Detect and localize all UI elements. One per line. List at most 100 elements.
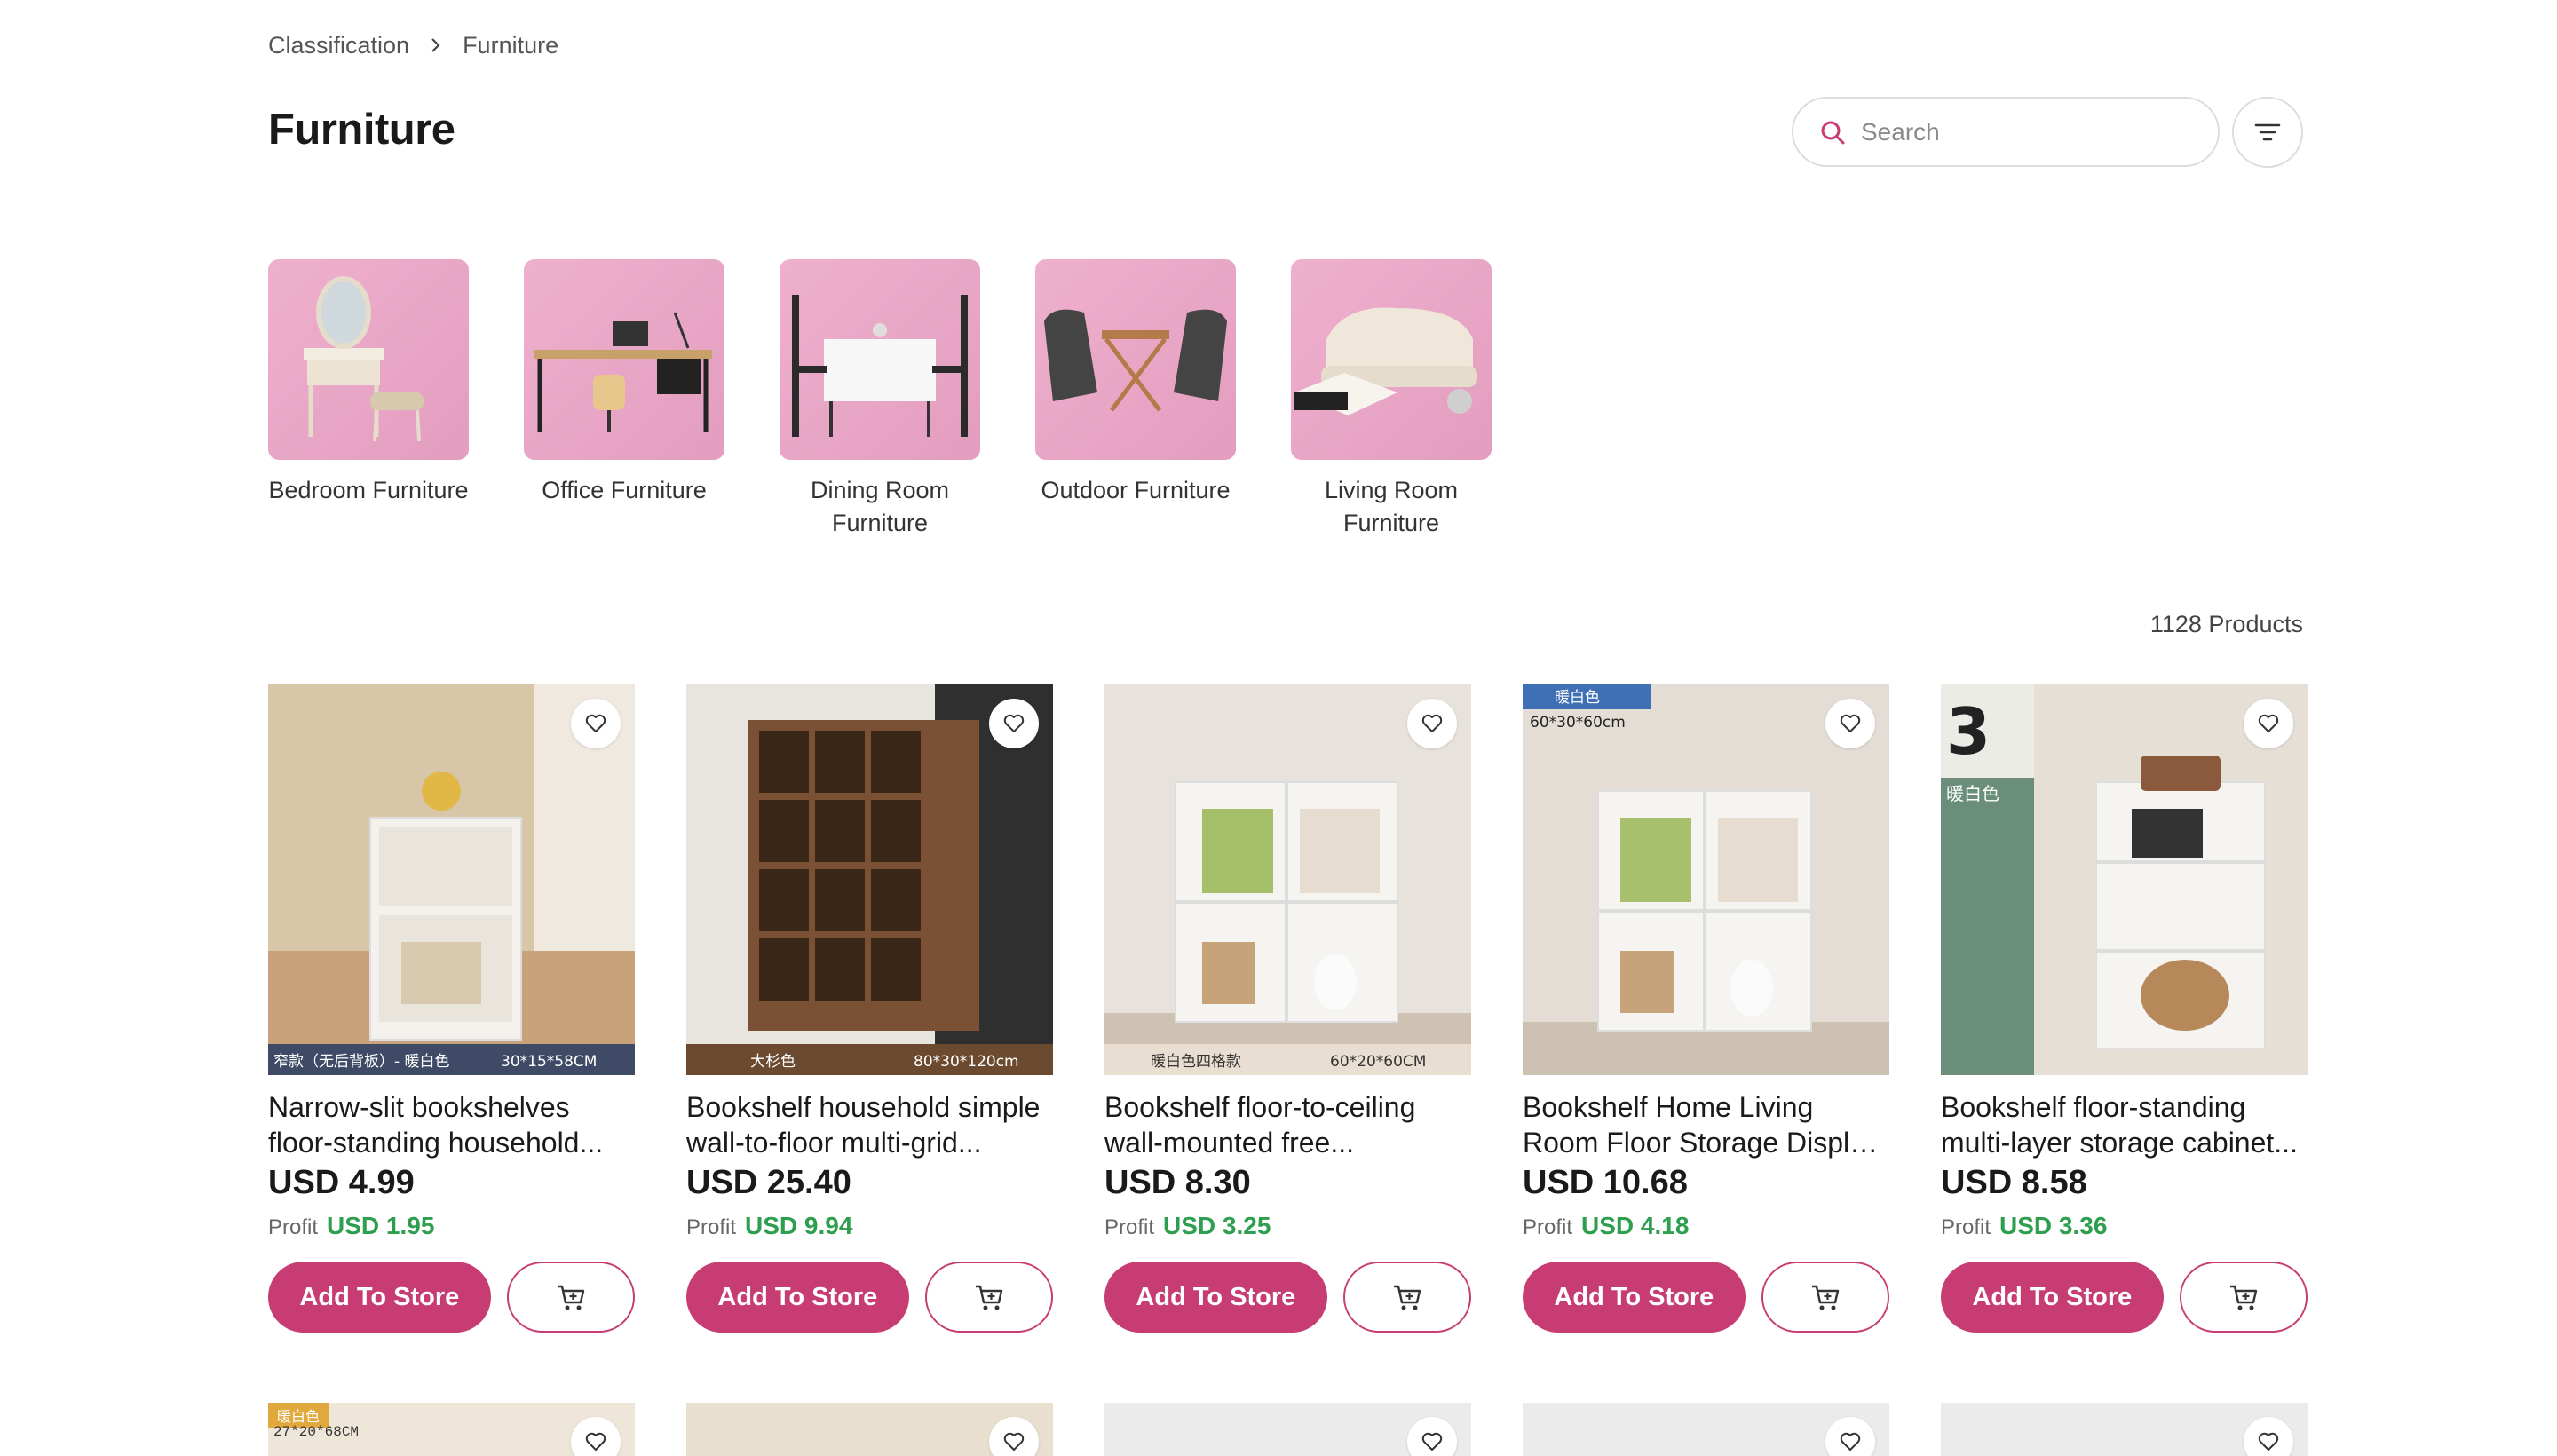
- heart-icon: [585, 1432, 606, 1451]
- favorite-button[interactable]: [1825, 699, 1875, 748]
- product-price: USD 10.68: [1523, 1164, 1688, 1201]
- favorite-button[interactable]: [571, 1417, 621, 1456]
- add-to-cart-button[interactable]: [1342, 1262, 1471, 1333]
- add-to-store-button[interactable]: Add To Store: [686, 1262, 909, 1333]
- category-living-room-furniture[interactable]: Living Room Furniture: [1291, 259, 1492, 540]
- product-card[interactable]: 暖白色 27*20*68CM: [268, 1403, 635, 1456]
- product-image[interactable]: 大杉色 80*30*120cm: [686, 684, 1053, 1075]
- heart-icon: [1421, 714, 1443, 732]
- product-actions: Add To Store: [1523, 1262, 1889, 1333]
- page: Classification Furniture Furniture Searc…: [0, 0, 2557, 1456]
- product-profit: Profit USD 3.25: [1104, 1212, 1471, 1240]
- heart-icon: [585, 714, 606, 732]
- category-label: Living Room Furniture: [1324, 477, 1459, 536]
- profit-label: Profit: [686, 1215, 737, 1239]
- profit-value: USD 3.25: [1163, 1212, 1271, 1239]
- heart-icon: [1840, 714, 1861, 732]
- category-label: Office Furniture: [542, 477, 707, 503]
- favorite-button[interactable]: [2244, 1417, 2293, 1456]
- product-price: USD 8.30: [1104, 1164, 1251, 1201]
- category-label: Outdoor Furniture: [1041, 477, 1231, 503]
- profit-value: USD 9.94: [745, 1212, 853, 1239]
- product-image-tag: 暖白色: [1946, 783, 1999, 804]
- product-actions: Add To Store: [1941, 1262, 2308, 1333]
- product-image-size: 27*20*68CM: [273, 1424, 360, 1440]
- product-image[interactable]: 3 暖白色: [1941, 684, 2308, 1075]
- add-to-store-button[interactable]: Add To Store: [268, 1262, 491, 1333]
- favorite-button[interactable]: [1407, 699, 1457, 748]
- category-bedroom-furniture[interactable]: Bedroom Furniture: [268, 259, 469, 540]
- product-title[interactable]: Bookshelf Home Living Room Floor Storage…: [1523, 1089, 1889, 1160]
- category-dining-room-furniture[interactable]: Dining Room Furniture: [780, 259, 980, 540]
- product-title[interactable]: Bookshelf floor-to-ceiling wall-mounted …: [1104, 1089, 1471, 1160]
- product-card[interactable]: 暖白色 60*30*60cm Bookshelf Home Living Roo…: [1523, 684, 1889, 1333]
- category-office-furniture[interactable]: Office Furniture: [524, 259, 724, 540]
- product-card[interactable]: 窄款（无后背板）- 暖白色 30*15*58CM Narrow-slit boo…: [268, 684, 635, 1333]
- product-image[interactable]: 暖白色 60*30*60cm: [1523, 684, 1889, 1075]
- product-image-number: 3: [1946, 694, 1991, 769]
- product-card[interactable]: [1941, 1403, 2308, 1456]
- filter-button[interactable]: [2232, 97, 2303, 168]
- search-input[interactable]: [1859, 116, 2200, 147]
- product-image[interactable]: 窄款（无后背板）- 暖白色 30*15*58CM: [268, 684, 635, 1075]
- favorite-button[interactable]: [989, 1417, 1039, 1456]
- product-card[interactable]: 大杉色 80*30*120cm Bookshelf household simp…: [686, 684, 1053, 1333]
- add-to-cart-button[interactable]: [506, 1262, 635, 1333]
- filter-icon: [2254, 123, 2281, 141]
- product-image-size: 80*30*120cm: [914, 1053, 1019, 1071]
- product-card[interactable]: 3 暖白色 Bookshelf floor-standing multi-lay…: [1941, 684, 2308, 1333]
- add-to-cart-button[interactable]: [1761, 1262, 1889, 1333]
- product-profit: Profit USD 3.36: [1941, 1212, 2308, 1240]
- product-card[interactable]: [1523, 1403, 1889, 1456]
- product-image-label: 大杉色: [750, 1053, 796, 1071]
- product-title[interactable]: Narrow-slit bookshelves floor-standing h…: [268, 1089, 635, 1160]
- product-image-size: 60*20*60CM: [1330, 1053, 1426, 1071]
- breadcrumb-current: Furniture: [463, 31, 559, 59]
- category-image: [524, 259, 724, 460]
- chevron-right-icon: [409, 30, 463, 60]
- add-to-store-button[interactable]: Add To Store: [1104, 1262, 1327, 1333]
- cart-icon: [1811, 1285, 1840, 1310]
- heart-icon: [2258, 1432, 2279, 1451]
- category-list: Bedroom Furniture Office Furniture Dinin…: [268, 259, 1492, 540]
- category-label: Bedroom Furniture: [268, 477, 469, 503]
- cart-icon: [1393, 1285, 1421, 1310]
- profit-label: Profit: [1104, 1215, 1155, 1239]
- product-grid-row-2: 暖白色 27*20*68CM: [268, 1403, 2308, 1456]
- profit-label: Profit: [268, 1215, 319, 1239]
- product-card[interactable]: 暖白色四格款 60*20*60CM Bookshelf floor-to-cei…: [1104, 684, 1471, 1333]
- product-title[interactable]: Bookshelf household simple wall-to-floor…: [686, 1089, 1053, 1160]
- category-image: [780, 259, 980, 460]
- product-card[interactable]: [686, 1403, 1053, 1456]
- product-actions: Add To Store: [1104, 1262, 1471, 1333]
- favorite-button[interactable]: [2244, 699, 2293, 748]
- product-image[interactable]: 暖白色四格款 60*20*60CM: [1104, 684, 1471, 1075]
- product-price: USD 25.40: [686, 1164, 851, 1201]
- search-box[interactable]: [1792, 97, 2220, 167]
- add-to-cart-button[interactable]: [924, 1262, 1053, 1333]
- product-image-label: 暖白色四格款: [1151, 1053, 1241, 1071]
- cart-icon: [975, 1285, 1003, 1310]
- favorite-button[interactable]: [1825, 1417, 1875, 1456]
- add-to-cart-button[interactable]: [2179, 1262, 2308, 1333]
- product-card[interactable]: [1104, 1403, 1471, 1456]
- profit-value: USD 3.36: [1999, 1212, 2108, 1239]
- add-to-store-button[interactable]: Add To Store: [1523, 1262, 1746, 1333]
- product-profit: Profit USD 9.94: [686, 1212, 1053, 1240]
- favorite-button[interactable]: [571, 699, 621, 748]
- product-image-size: 30*15*58CM: [501, 1053, 597, 1071]
- search-icon: [1821, 121, 1845, 144]
- category-outdoor-furniture[interactable]: Outdoor Furniture: [1035, 259, 1236, 540]
- favorite-button[interactable]: [989, 699, 1039, 748]
- cart-icon: [557, 1285, 585, 1310]
- product-profit: Profit USD 1.95: [268, 1212, 635, 1240]
- add-to-store-button[interactable]: Add To Store: [1941, 1262, 2164, 1333]
- heart-icon: [1003, 1432, 1025, 1451]
- favorite-button[interactable]: [1407, 1417, 1457, 1456]
- category-image: [1291, 259, 1492, 460]
- product-title[interactable]: Bookshelf floor-standing multi-layer sto…: [1941, 1089, 2308, 1160]
- heart-icon: [1840, 1432, 1861, 1451]
- breadcrumb-root-link[interactable]: Classification: [268, 32, 409, 59]
- heart-icon: [1421, 1432, 1443, 1451]
- product-actions: Add To Store: [268, 1262, 635, 1333]
